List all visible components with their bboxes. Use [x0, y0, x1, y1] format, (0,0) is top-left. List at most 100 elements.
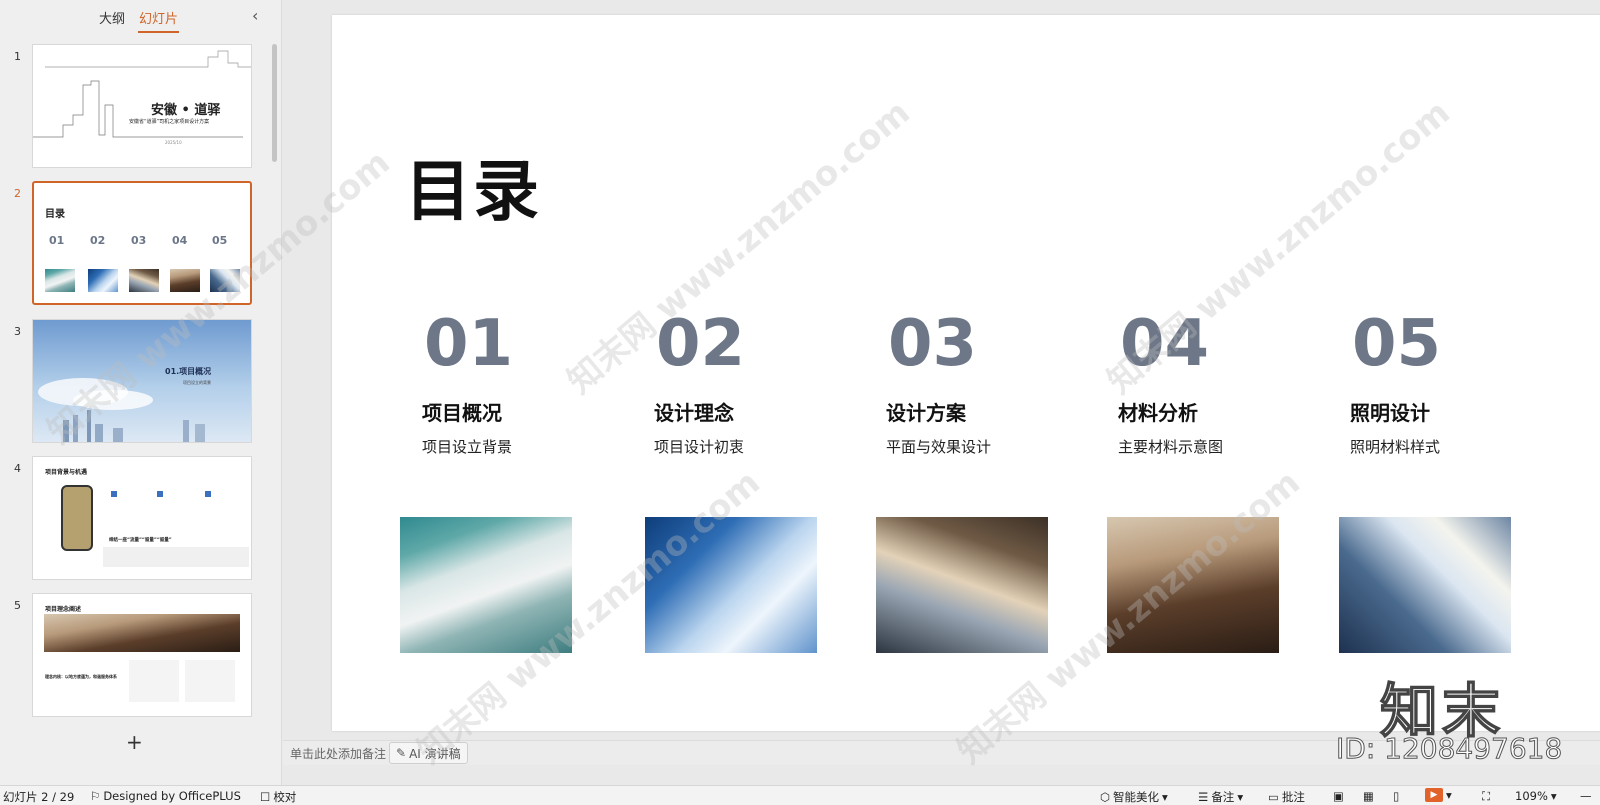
- toc-number-5[interactable]: 05: [1352, 307, 1441, 381]
- thumbnail-number: 4: [14, 462, 21, 475]
- thumbnail-subtitle: 安徽省“道驿”司机之家项目设计方案: [129, 119, 210, 125]
- thumbnail-banner: 缔结一座“流量”“留量”“留量”: [109, 538, 172, 543]
- toc-image-1[interactable]: [400, 517, 572, 653]
- toc-title-5[interactable]: 照明设计: [1350, 397, 1430, 426]
- status-bar: 幻灯片 2 / 29 ⚐ Designed by OfficePLUS ☐ 校对…: [0, 785, 1600, 805]
- zoom-value: 109%: [1515, 789, 1548, 803]
- ai-edit-icon: ✎: [396, 746, 407, 760]
- slide-counter[interactable]: 幻灯片 2 / 29: [3, 789, 74, 805]
- toc-subtitle-2[interactable]: 项目设计初衷: [654, 436, 744, 457]
- thumbnail-number: 5: [14, 599, 21, 612]
- info-icon: [157, 491, 163, 497]
- slide-title[interactable]: 目录: [405, 138, 541, 234]
- ai-speech-button[interactable]: ✎ AI 演讲稿: [389, 742, 468, 764]
- zoom-level[interactable]: 109% ▾: [1515, 789, 1557, 803]
- comments-button[interactable]: ▭ 批注: [1268, 789, 1305, 805]
- thumbnail-item-number: 03: [131, 234, 147, 247]
- zoom-out-icon[interactable]: —: [1580, 789, 1592, 803]
- toc-number-3[interactable]: 03: [888, 307, 977, 381]
- thumbnail-item-number: 02: [90, 234, 106, 247]
- thumbnail-item-number: 01: [49, 234, 65, 247]
- chevron-down-icon: ▾: [1550, 789, 1557, 803]
- toc-number-4[interactable]: 04: [1120, 307, 1209, 381]
- toc-image-4[interactable]: [1107, 517, 1279, 653]
- beautify-icon: ⬡: [1100, 790, 1111, 804]
- add-slide-button[interactable]: +: [126, 730, 143, 754]
- toc-image-2[interactable]: [645, 517, 817, 653]
- designed-by-label: Designed by OfficePLUS: [103, 789, 241, 803]
- toc-number-2[interactable]: 02: [656, 307, 745, 381]
- play-icon: ▶: [1425, 788, 1443, 802]
- thumbnail-item-number: 05: [212, 234, 228, 247]
- current-slide[interactable]: 目录 01 项目概况 项目设立背景 02 设计理念 项目设计初衷 03 设计方案…: [332, 15, 1600, 731]
- thumbnail-subtitle: 项目设立的背景: [183, 380, 211, 385]
- thumbnail-date: 2025/10: [165, 140, 182, 145]
- panel-scrollbar[interactable]: [272, 44, 277, 162]
- thumbnail-image: [88, 269, 118, 292]
- thumbnail-number: 2: [14, 187, 21, 200]
- play-slideshow-button[interactable]: ▶ ▾: [1425, 788, 1452, 802]
- notes-placeholder[interactable]: 单击此处添加备注: [290, 745, 386, 762]
- toc-title-3[interactable]: 设计方案: [886, 397, 966, 426]
- proofread-button[interactable]: ☐ 校对: [260, 789, 296, 805]
- chevron-down-icon: ▾: [1237, 790, 1244, 804]
- thumbnail-image: [129, 269, 159, 292]
- designed-by-button[interactable]: ⚐ Designed by OfficePLUS: [90, 789, 241, 803]
- thumbnail-image: [170, 269, 200, 292]
- watermark-id: ID: 1208497618: [1335, 732, 1563, 766]
- thumbnail-image: [45, 269, 75, 292]
- phone-map-image: [61, 485, 93, 551]
- info-icon: [111, 491, 117, 497]
- thumbnail-row-1: 1 安徽 • 道驿 安徽省“道驿”司机之家项目设计方案 2025/10: [0, 44, 270, 170]
- slide-thumbnail-3[interactable]: 01.项目概况 项目设立的背景: [32, 319, 252, 443]
- panel-tabs: 大纲 幻灯片: [98, 8, 180, 33]
- fit-window-icon[interactable]: ⛶: [1482, 789, 1490, 804]
- chevron-down-icon: ▾: [1162, 790, 1168, 804]
- slides-panel: 大纲 幻灯片 ‹ 1 安徽 • 道驿 安徽省“道驿”司机之家项目设计方案 202…: [0, 0, 282, 785]
- notes-toggle-button[interactable]: ☰ 备注 ▾: [1198, 789, 1243, 805]
- notes-icon: ☰: [1198, 790, 1209, 804]
- toc-subtitle-1[interactable]: 项目设立背景: [422, 436, 512, 457]
- reading-view-icon[interactable]: ▯: [1393, 789, 1399, 803]
- toc-subtitle-4[interactable]: 主要材料示意图: [1118, 436, 1223, 457]
- smart-beautify-button[interactable]: ⬡ 智能美化 ▾: [1100, 789, 1168, 805]
- thumbnail-row-5: 5 项目理念阐述 理念内核：以地方底蕴为，和谐服务体系: [0, 593, 270, 719]
- toc-subtitle-3[interactable]: 平面与效果设计: [886, 436, 991, 457]
- proofread-label: 校对: [273, 790, 297, 804]
- thumbnail-title: 目录: [45, 209, 65, 220]
- text-card: [185, 660, 235, 702]
- banner-box: [103, 547, 249, 567]
- chevron-down-icon: ▾: [1446, 788, 1452, 802]
- toc-image-5[interactable]: [1339, 517, 1511, 653]
- thumbnail-title: 项目背景与机遇: [45, 469, 88, 476]
- slide-thumbnail-4[interactable]: 项目背景与机遇 缔结一座“流量”“留量”“留量”: [32, 456, 252, 580]
- thumbnail-image: [44, 614, 240, 652]
- comment-icon: ▭: [1268, 790, 1279, 804]
- proofread-icon: ☐: [260, 790, 271, 804]
- slide-thumbnail-2[interactable]: 目录 01 02 03 04 05: [32, 181, 252, 305]
- text-card: [129, 660, 179, 702]
- thumbnail-number: 1: [14, 50, 21, 63]
- toc-title-4[interactable]: 材料分析: [1118, 397, 1198, 426]
- smart-beautify-label: 智能美化: [1113, 790, 1160, 804]
- slide-thumbnail-1[interactable]: 安徽 • 道驿 安徽省“道驿”司机之家项目设计方案 2025/10: [32, 44, 252, 168]
- tab-outline[interactable]: 大纲: [98, 8, 126, 33]
- thumbnail-image: [210, 269, 240, 292]
- thumbnail-number: 3: [14, 325, 21, 338]
- toc-subtitle-5[interactable]: 照明材料样式: [1350, 436, 1440, 457]
- ai-speech-label: AI 演讲稿: [409, 746, 461, 761]
- thumbnail-row-3: 3 01.项目概况 项目设立的背景: [0, 319, 270, 445]
- collapse-panel-icon[interactable]: ‹: [252, 6, 258, 25]
- thumbnail-item-number: 04: [172, 234, 188, 247]
- grid-view-icon[interactable]: ▦: [1363, 789, 1374, 803]
- toc-title-1[interactable]: 项目概况: [422, 397, 502, 426]
- slide-thumbnail-5[interactable]: 项目理念阐述 理念内核：以地方底蕴为，和谐服务体系: [32, 593, 252, 717]
- normal-view-icon[interactable]: ▣: [1333, 789, 1344, 803]
- thumbnail-title: 安徽 • 道驿: [151, 103, 221, 118]
- toc-title-2[interactable]: 设计理念: [654, 397, 734, 426]
- toc-image-3[interactable]: [876, 517, 1048, 653]
- toc-number-1[interactable]: 01: [424, 307, 513, 381]
- slide-canvas: 目录 01 项目概况 项目设立背景 02 设计理念 项目设计初衷 03 设计方案…: [283, 0, 1600, 740]
- thumbnail-title: 01.项目概况: [165, 367, 212, 376]
- tab-slides[interactable]: 幻灯片: [138, 8, 180, 33]
